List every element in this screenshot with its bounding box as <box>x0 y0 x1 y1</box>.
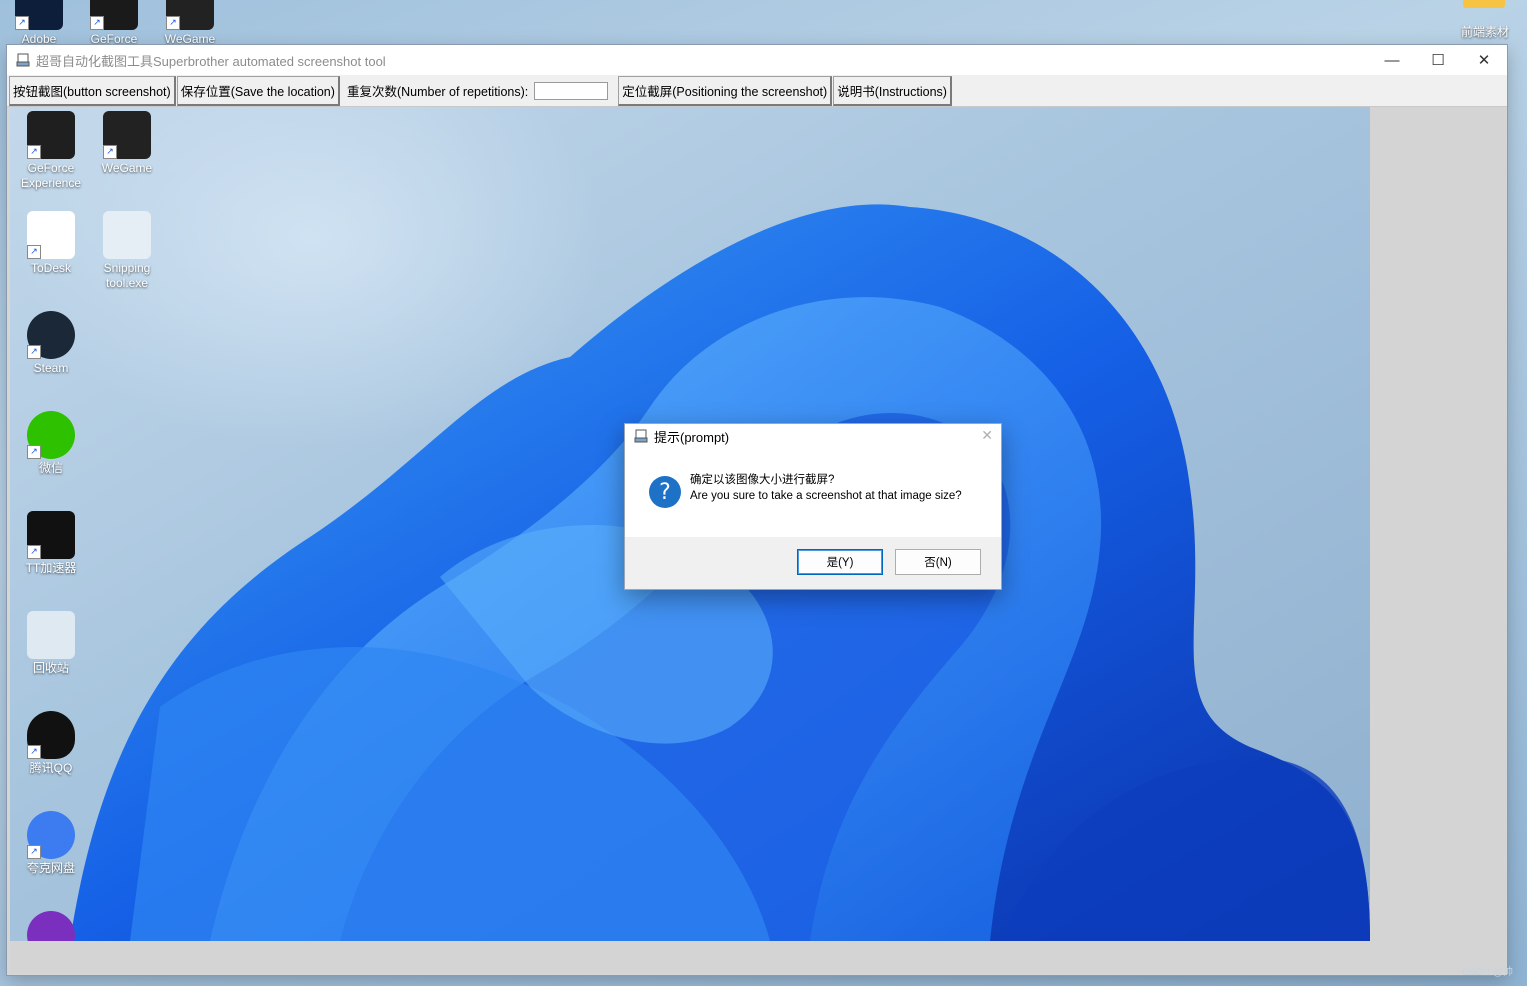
captured-icon-quark-cloud: ↗ 夸克网盘 <box>16 811 86 876</box>
captured-icon-label: GeForce Experience <box>20 161 82 190</box>
captured-icon-label: 腾讯QQ <box>29 761 73 775</box>
window-title: 超哥自动化截图工具Superbrother automated screensh… <box>36 53 386 69</box>
captured-icon-tt-accelerator: ↗ TT加速器 <box>16 511 86 576</box>
repetitions-label: 重复次数(Number of repetitions): <box>346 85 529 99</box>
captured-icon-label: TT加速器 <box>25 561 77 575</box>
yes-button[interactable]: 是(Y) <box>797 549 883 575</box>
preview-margin-right <box>1370 107 1506 941</box>
repetitions-input[interactable] <box>534 81 609 100</box>
dialog-footer: 是(Y) 否(N) <box>625 537 1001 589</box>
app-icon <box>634 429 648 443</box>
captured-icon-label: 夸克网盘 <box>26 861 75 875</box>
shortcut-arrow-icon: ↗ <box>90 16 104 30</box>
captured-icon-qq: ↗ 腾讯QQ <box>16 711 86 776</box>
captured-icon-partial <box>16 911 86 941</box>
desktop-icon-wegame[interactable]: ↗ WeGame <box>155 0 225 47</box>
wechat-icon: ↗ <box>27 411 75 459</box>
shortcut-arrow-icon: ↗ <box>103 145 117 159</box>
dialog-message-cn: 确定以该图像大小进行截屏? <box>690 474 835 486</box>
maximize-button[interactable]: ☐ <box>1415 45 1461 75</box>
no-button[interactable]: 否(N) <box>895 549 981 575</box>
desktop-icon-adobe[interactable]: ↗ Adobe <box>4 0 74 47</box>
shortcut-arrow-icon: ↗ <box>166 16 180 30</box>
shortcut-arrow-icon: ↗ <box>27 345 41 359</box>
captured-icon-label: Steam <box>33 361 69 375</box>
dialog-message: 确定以该图像大小进行截屏? Are you sure to take a scr… <box>690 472 962 504</box>
minimize-button[interactable]: — <box>1369 45 1415 75</box>
close-icon: ✕ <box>1477 52 1491 69</box>
question-icon: ? <box>649 476 681 508</box>
folder-label: 前端素材 <box>1460 25 1509 39</box>
github-desktop-icon <box>27 911 75 941</box>
shortcut-arrow-icon: ↗ <box>27 845 41 859</box>
geforce-icon: ↗ <box>90 0 138 30</box>
shortcut-arrow-icon: ↗ <box>27 545 41 559</box>
maximize-icon: ☐ <box>1431 52 1445 69</box>
desktop-icon-label: GeForce <box>90 32 138 46</box>
captured-icon-label: ToDesk <box>30 261 71 275</box>
captured-icon-todesk: ↗ ToDesk <box>16 211 86 276</box>
captured-icon-label: WeGame <box>101 161 153 175</box>
desktop-icon-geforce[interactable]: ↗ GeForce <box>79 0 149 47</box>
geforce-icon: ↗ <box>27 111 75 159</box>
adobe-icon: ↗ <box>15 0 63 30</box>
shortcut-arrow-icon: ↗ <box>27 445 41 459</box>
tt-accelerator-icon: ↗ <box>27 511 75 559</box>
dialog-close-button[interactable]: ✕ <box>981 427 993 444</box>
recycle-bin-icon <box>27 611 75 659</box>
preview-margin-bottom <box>10 941 1506 973</box>
shortcut-arrow-icon: ↗ <box>27 145 41 159</box>
todesk-icon: ↗ <box>27 211 75 259</box>
captured-icon-wegame: ↗ WeGame <box>92 111 162 176</box>
captured-icon-recycle-bin: 回收站 <box>16 611 86 676</box>
captured-icon-label: 回收站 <box>32 661 69 675</box>
close-button[interactable]: ✕ <box>1461 45 1507 75</box>
printer-icon <box>103 211 151 259</box>
confirm-dialog: 提示(prompt) ✕ ? 确定以该图像大小进行截屏? Are you sur… <box>624 423 1002 590</box>
captured-icon-snipping-tool: Snipping tool.exe <box>92 211 162 291</box>
quark-cloud-icon: ↗ <box>27 811 75 859</box>
captured-icon-label: Snipping tool.exe <box>103 261 151 290</box>
folder-icon <box>1463 0 1505 8</box>
wegame-icon: ↗ <box>103 111 151 159</box>
steam-icon: ↗ <box>27 311 75 359</box>
instructions-button[interactable]: 说明书(Instructions) <box>833 75 952 106</box>
captured-icon-wechat: ↗ 微信 <box>16 411 86 476</box>
dialog-body: ? 确定以该图像大小进行截屏? Are you sure to take a s… <box>625 448 1001 538</box>
captured-icon-geforce-experience: ↗ GeForce Experience <box>16 111 86 191</box>
wegame-icon: ↗ <box>166 0 214 30</box>
save-location-button[interactable]: 保存位置(Save the location) <box>176 75 340 106</box>
app-icon <box>16 53 30 67</box>
title-bar[interactable]: 超哥自动化截图工具Superbrother automated screensh… <box>7 45 1507 75</box>
dialog-title: 提示(prompt) <box>654 429 730 445</box>
captured-icon-steam: ↗ Steam <box>16 311 86 376</box>
desktop-folder[interactable]: 前端素材 <box>1417 0 1527 40</box>
button-screenshot-button[interactable]: 按钮截图(button screenshot) <box>9 75 176 106</box>
dialog-message-en: Are you sure to take a screenshot at tha… <box>690 490 962 502</box>
desktop-icon-label: WeGame <box>164 32 216 46</box>
watermark: CSDN @帅 <box>1461 967 1513 978</box>
positioning-screenshot-button[interactable]: 定位截屏(Positioning the screenshot) <box>618 75 833 106</box>
captured-icon-label: 微信 <box>38 461 63 475</box>
dialog-title-bar[interactable]: 提示(prompt) <box>625 424 1001 448</box>
shortcut-arrow-icon: ↗ <box>15 16 29 30</box>
minimize-icon: — <box>1384 51 1400 69</box>
shortcut-arrow-icon: ↗ <box>27 245 41 259</box>
qq-icon: ↗ <box>27 711 75 759</box>
desktop-icon-label: Adobe <box>21 32 57 46</box>
shortcut-arrow-icon: ↗ <box>27 745 41 759</box>
toolbar: 按钮截图(button screenshot) 保存位置(Save the lo… <box>7 75 1507 107</box>
